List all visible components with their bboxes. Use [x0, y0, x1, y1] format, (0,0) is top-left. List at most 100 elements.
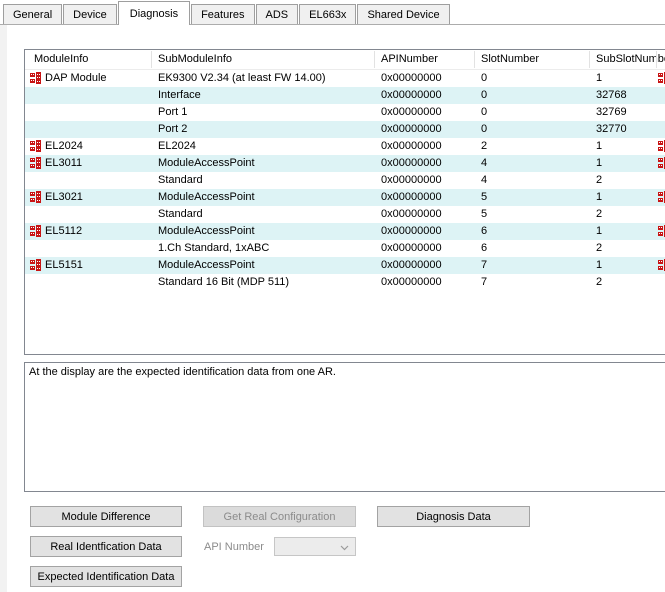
- cell-subslotnumber: 1: [596, 70, 602, 87]
- cell-subslotnumber: 2: [596, 172, 602, 189]
- cell-subslotnumber: 1: [596, 257, 602, 274]
- cell-apinumber: 0x00000000: [381, 104, 442, 121]
- cell-submoduleinfo: Standard: [158, 172, 203, 189]
- cell-subslotnumber: 2: [596, 274, 602, 291]
- column-header-slotnumber[interactable]: SlotNumber: [481, 50, 539, 69]
- table-row[interactable]: EL3021 ModuleAccessPoint 0x00000000 5 1: [25, 189, 665, 206]
- cell-apinumber: 0x00000000: [381, 189, 442, 206]
- module-icon: [30, 140, 42, 152]
- column-divider[interactable]: [374, 51, 375, 68]
- cell-subslotnumber: 32770: [596, 121, 627, 138]
- table-row[interactable]: Standard 0x00000000 5 2: [25, 206, 665, 223]
- table-row[interactable]: DAP Module EK9300 V2.34 (at least FW 14.…: [25, 70, 665, 87]
- cell-slotnumber: 0: [481, 70, 487, 87]
- real-identification-data-button[interactable]: Real Identfication Data: [30, 536, 182, 557]
- table-row[interactable]: EL5112 ModuleAccessPoint 0x00000000 6 1: [25, 223, 665, 240]
- module-icon: [658, 191, 665, 203]
- module-icon: [658, 157, 665, 169]
- module-icon: [30, 72, 42, 84]
- tab-label: EL663x: [309, 9, 346, 21]
- tab-el663x[interactable]: EL663x: [299, 4, 356, 24]
- cell-submoduleinfo: ModuleAccessPoint: [158, 223, 255, 240]
- expected-identification-data-button[interactable]: Expected Identification Data: [30, 566, 182, 587]
- table-row[interactable]: Standard 16 Bit (MDP 511) 0x00000000 7 2: [25, 274, 665, 291]
- cell-subslotnumber: 1: [596, 189, 602, 206]
- diagnosis-tab-page: General Device Diagnosis Features ADS EL…: [0, 0, 665, 592]
- cell-apinumber: 0x00000000: [381, 70, 442, 87]
- description-textbox[interactable]: At the display are the expected identifi…: [24, 362, 665, 492]
- diagnosis-data-button[interactable]: Diagnosis Data: [377, 506, 530, 527]
- cell-apinumber: 0x00000000: [381, 257, 442, 274]
- tab-label: ADS: [266, 9, 289, 21]
- cell-subslotnumber: 2: [596, 240, 602, 257]
- cell-submoduleinfo: EL2024: [158, 138, 196, 155]
- module-icon: [658, 225, 665, 237]
- cell-moduleinfo: EL5112: [45, 223, 82, 240]
- tab-features[interactable]: Features: [191, 4, 254, 24]
- cell-apinumber: 0x00000000: [381, 240, 442, 257]
- cell-subslotnumber: 2: [596, 206, 602, 223]
- column-header-moduleinfo[interactable]: ModuleInfo: [34, 50, 88, 69]
- module-icon: [30, 259, 42, 271]
- cell-submoduleinfo: Interface: [158, 87, 201, 104]
- tab-label: General: [13, 9, 52, 21]
- table-header: ModuleInfo SubModuleInfo APINumber SlotN…: [25, 50, 665, 70]
- column-divider[interactable]: [474, 51, 475, 68]
- cell-submoduleinfo: Port 1: [158, 104, 187, 121]
- tab-diagnosis[interactable]: Diagnosis: [118, 1, 190, 25]
- tab-label: Shared Device: [367, 9, 439, 21]
- table-row[interactable]: Port 1 0x00000000 0 32769: [25, 104, 665, 121]
- cell-slotnumber: 2: [481, 138, 487, 155]
- module-icon: [658, 140, 665, 152]
- table-row[interactable]: EL3011 ModuleAccessPoint 0x00000000 4 1: [25, 155, 665, 172]
- cell-submoduleinfo: Standard 16 Bit (MDP 511): [158, 274, 289, 291]
- table-row[interactable]: EL2024 EL2024 0x00000000 2 1: [25, 138, 665, 155]
- cell-slotnumber: 4: [481, 172, 487, 189]
- tab-shared-device[interactable]: Shared Device: [357, 4, 449, 24]
- cell-apinumber: 0x00000000: [381, 172, 442, 189]
- tab-device[interactable]: Device: [63, 4, 117, 24]
- table-body: DAP Module EK9300 V2.34 (at least FW 14.…: [25, 70, 665, 291]
- cell-moduleinfo: EL2024: [45, 138, 83, 155]
- cell-submoduleinfo: ModuleAccessPoint: [158, 155, 255, 172]
- column-header-subslotnumber[interactable]: SubSlotNumber: [596, 50, 665, 69]
- table-row[interactable]: Standard 0x00000000 4 2: [25, 172, 665, 189]
- description-text: At the display are the expected identifi…: [29, 366, 663, 379]
- tab-general[interactable]: General: [3, 4, 62, 24]
- cell-slotnumber: 5: [481, 189, 487, 206]
- cell-apinumber: 0x00000000: [381, 223, 442, 240]
- module-icon: [658, 72, 665, 84]
- cell-subslotnumber: 32769: [596, 104, 627, 121]
- module-icon: [30, 157, 42, 169]
- column-divider[interactable]: [151, 51, 152, 68]
- cell-slotnumber: 0: [481, 104, 487, 121]
- cell-subslotnumber: 32768: [596, 87, 627, 104]
- column-header-apinumber[interactable]: APINumber: [381, 50, 438, 69]
- table-row[interactable]: Port 2 0x00000000 0 32770: [25, 121, 665, 138]
- module-difference-button[interactable]: Module Difference: [30, 506, 182, 527]
- cell-slotnumber: 5: [481, 206, 487, 223]
- column-divider[interactable]: [656, 51, 657, 68]
- table-row[interactable]: Interface 0x00000000 0 32768: [25, 87, 665, 104]
- cell-slotnumber: 6: [481, 223, 487, 240]
- cell-slotnumber: 4: [481, 155, 487, 172]
- table-row[interactable]: EL5151 ModuleAccessPoint 0x00000000 7 1: [25, 257, 665, 274]
- cell-submoduleinfo: 1.Ch Standard, 1xABC: [158, 240, 269, 257]
- column-divider[interactable]: [589, 51, 590, 68]
- api-number-combobox[interactable]: [274, 537, 356, 556]
- table-row[interactable]: 1.Ch Standard, 1xABC 0x00000000 6 2: [25, 240, 665, 257]
- cell-moduleinfo: EL3011: [45, 155, 82, 172]
- cell-apinumber: 0x00000000: [381, 87, 442, 104]
- get-real-configuration-button[interactable]: Get Real Configuration: [203, 506, 356, 527]
- cell-apinumber: 0x00000000: [381, 206, 442, 223]
- cell-apinumber: 0x00000000: [381, 121, 442, 138]
- module-icon: [30, 191, 42, 203]
- column-header-submoduleinfo[interactable]: SubModuleInfo: [158, 50, 232, 69]
- module-info-table[interactable]: ModuleInfo SubModuleInfo APINumber SlotN…: [24, 49, 665, 355]
- tab-ads[interactable]: ADS: [256, 4, 299, 24]
- cell-submoduleinfo: Port 2: [158, 121, 187, 138]
- cell-slotnumber: 6: [481, 240, 487, 257]
- cell-slotnumber: 7: [481, 274, 487, 291]
- cell-apinumber: 0x00000000: [381, 155, 442, 172]
- chevron-down-icon: [340, 545, 349, 551]
